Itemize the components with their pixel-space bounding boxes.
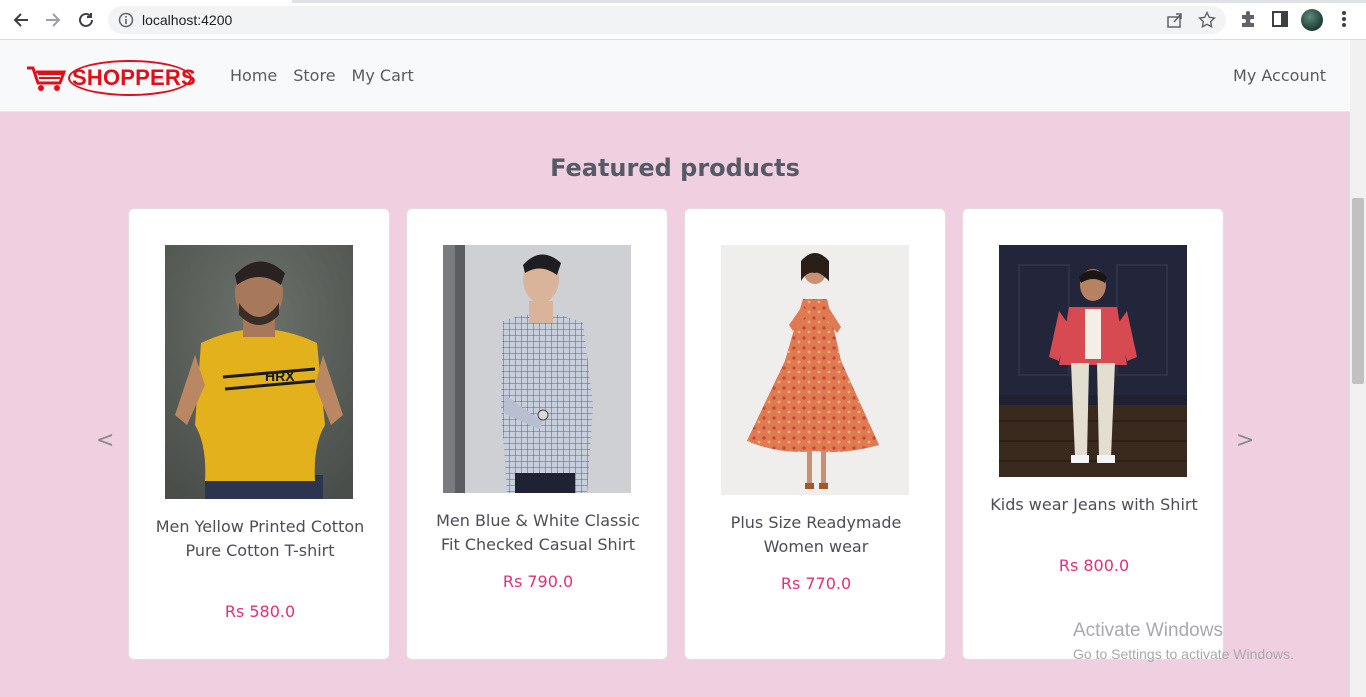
section-title: Featured products <box>550 154 800 182</box>
product-card[interactable]: HRX Men Yellow Printed Cotton Pure Cotto… <box>128 208 390 660</box>
product-name[interactable]: Men Blue & White Classic Fit Checked Cas… <box>427 509 649 557</box>
nav-home[interactable]: Home <box>230 66 277 85</box>
product-price: Rs 790.0 <box>502 572 574 591</box>
reload-icon[interactable] <box>75 9 97 31</box>
profile-avatar[interactable] <box>1301 9 1323 31</box>
logo-text: SHOPPERS <box>72 65 196 90</box>
scrollbar-thumb[interactable] <box>1352 198 1364 384</box>
carousel-next-arrow[interactable]: > <box>1236 428 1254 453</box>
product-image-man-checked-shirt[interactable] <box>443 245 631 493</box>
product-image-man-yellow-tshirt[interactable]: HRX <box>165 245 353 499</box>
product-price: Rs 770.0 <box>780 574 852 593</box>
active-tab[interactable] <box>0 0 292 3</box>
tab-strip <box>0 0 1366 3</box>
nav-my-cart[interactable]: My Cart <box>352 66 414 85</box>
product-price: Rs 800.0 <box>1058 556 1130 575</box>
watermark-title: Activate Windows <box>1073 620 1223 641</box>
forward-arrow-icon[interactable] <box>42 9 64 31</box>
star-icon[interactable] <box>1197 10 1217 34</box>
product-card[interactable]: Plus Size Readymade Women wear Rs 770.0 <box>684 208 946 660</box>
product-name[interactable]: Men Yellow Printed Cotton Pure Cotton T-… <box>149 515 371 563</box>
cart-logo-icon <box>26 64 68 97</box>
product-name[interactable]: Kids wear Jeans with Shirt <box>983 493 1205 517</box>
watermark-subtitle: Go to Settings to activate Windows. <box>1073 646 1294 662</box>
activate-windows-watermark: Activate Windows Go to Settings to activ… <box>1073 620 1294 662</box>
shoppers-logo[interactable]: SHOPPERS <box>26 60 196 97</box>
product-name[interactable]: Plus Size Readymade Women wear <box>705 511 927 559</box>
nav-store[interactable]: Store <box>293 66 335 85</box>
product-image-boy-red-jacket[interactable] <box>999 245 1187 477</box>
url-text[interactable]: localhost:4200 <box>142 12 232 28</box>
extensions-icon[interactable] <box>1238 9 1258 34</box>
kebab-menu-icon[interactable] <box>1336 9 1352 34</box>
address-bar[interactable]: localhost:4200 <box>108 6 1226 34</box>
sidepanel-icon[interactable] <box>1270 9 1290 34</box>
product-card[interactable]: Men Blue & White Classic Fit Checked Cas… <box>406 208 668 660</box>
back-arrow-icon[interactable] <box>10 9 32 31</box>
site-header: SHOPPERS Home Store My Cart My Account <box>0 40 1350 112</box>
product-price: Rs 580.0 <box>224 602 296 621</box>
browser-toolbar: localhost:4200 <box>0 0 1366 40</box>
product-card[interactable]: Kids wear Jeans with Shirt Rs 800.0 <box>962 208 1224 660</box>
share-icon[interactable] <box>1166 11 1184 34</box>
my-account-link[interactable]: My Account <box>1233 66 1326 85</box>
carousel-prev-arrow[interactable]: < <box>96 428 114 453</box>
product-image-woman-floral-dress[interactable] <box>721 245 909 495</box>
main-nav: Home Store My Cart <box>230 66 414 85</box>
page-scrollbar[interactable] <box>1350 40 1366 697</box>
svg-text:HRX: HRX <box>265 368 295 384</box>
info-icon[interactable] <box>118 12 134 33</box>
